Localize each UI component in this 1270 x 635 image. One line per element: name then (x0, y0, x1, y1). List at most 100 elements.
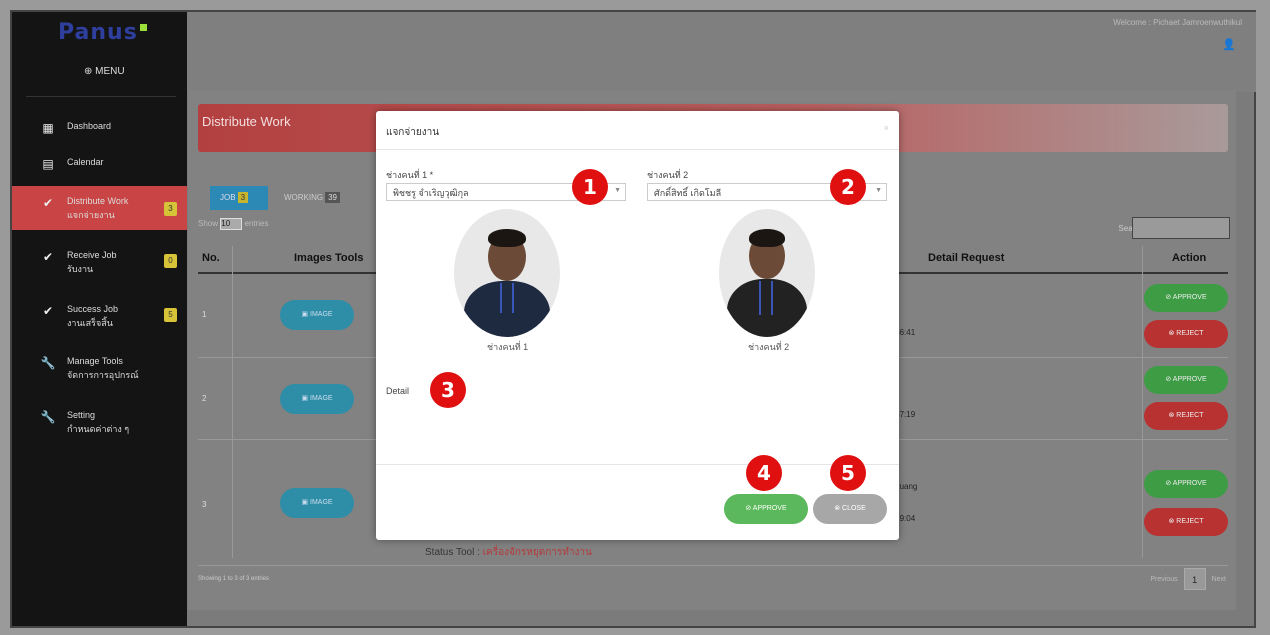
modal-title: แจกจ่ายงาน (386, 127, 440, 138)
col-action[interactable]: Action (1172, 252, 1206, 264)
user-icon[interactable]: 👤 (1222, 38, 1236, 51)
tab-job-label: JOB (220, 193, 236, 202)
row-number: 1 (202, 310, 207, 319)
close-label: CLOSE (842, 505, 866, 512)
menu-toggle[interactable]: ⊕ MENU (84, 66, 125, 77)
row-approve-label: APPROVE (1172, 294, 1207, 301)
sidebar-divider (26, 96, 176, 97)
photo-lanyard (500, 283, 502, 313)
sidebar: Panus ⊕ MENU ▦ Dashboard ▤ Calendar ✔ Di… (12, 12, 187, 626)
status-tool-label: Status Tool : (425, 547, 480, 558)
approve-label: APPROVE (752, 505, 787, 512)
sidebar-item-label: Distribute Work (67, 196, 129, 206)
sidebar-item-receive-job[interactable]: ✔ Receive Job รับงาน 0 (12, 248, 187, 284)
tab-working[interactable]: WORKING 39 (284, 186, 354, 210)
sidebar-item-sublabel: รับงาน (67, 264, 94, 274)
column-divider (232, 246, 233, 558)
col-no[interactable]: No. (202, 252, 220, 264)
tech2-caption: ช่างคนที่ 2 (748, 342, 790, 352)
column-divider (1142, 246, 1143, 558)
row-reject-label: REJECT (1176, 330, 1204, 337)
row-reject-button[interactable]: ⊗ REJECT (1144, 508, 1228, 536)
image-button[interactable]: ▣ IMAGE (280, 384, 354, 414)
pager-prev[interactable]: Previous (1150, 576, 1177, 583)
sidebar-item-sublabel: แจกจ่ายงาน (67, 210, 115, 220)
status-tool: Status Tool : เครื่องจักรหยุดการทำงาน (425, 545, 592, 560)
modal-footer-divider (376, 464, 899, 465)
sidebar-item-sublabel: จัดการการอุปกรณ์ (67, 370, 139, 380)
image-button[interactable]: ▣ IMAGE (280, 300, 354, 330)
pager-page[interactable]: 1 (1183, 568, 1206, 590)
check-icon: ✔ (42, 196, 54, 210)
photo-hair (749, 229, 785, 247)
tab-job-count: 3 (237, 192, 249, 203)
chevron-down-icon: ▼ (614, 187, 621, 194)
status-tool-value: เครื่องจักรหยุดการทำงาน (482, 547, 592, 558)
sidebar-item-distribute-work[interactable]: ✔ Distribute Work แจกจ่ายงาน 3 (12, 186, 187, 230)
detail-label: Detail (386, 386, 410, 396)
col-images-tools[interactable]: Images Tools (294, 252, 363, 264)
row-approve-button[interactable]: ⊘ APPROVE (1144, 366, 1228, 394)
sidebar-item-label: Dashboard (67, 121, 112, 131)
sidebar-item-label: Setting (67, 410, 96, 420)
sidebar-item-success-job[interactable]: ✔ Success Job งานเสร็จสิ้น 5 (12, 302, 187, 338)
row-approve-button[interactable]: ⊘ APPROVE (1144, 470, 1228, 498)
photo-lanyard (512, 283, 514, 313)
logo-dot (139, 24, 147, 31)
show-prefix: Show (198, 219, 219, 228)
row-approve-label: APPROVE (1172, 480, 1207, 487)
image-button-label: IMAGE (310, 395, 333, 402)
tech1-photo (454, 209, 560, 337)
tech1-label: ช่างคนที่ 1 * (386, 170, 434, 180)
sidebar-badge: 3 (164, 202, 177, 216)
welcome-text: Welcome : Pichaet Jamroenwuthikul (1113, 18, 1242, 27)
tab-job[interactable]: JOB 3 (210, 186, 268, 210)
sidebar-badge: 0 (164, 254, 177, 268)
chevron-down-icon: ▼ (875, 187, 882, 194)
sidebar-item-calendar[interactable]: ▤ Calendar (12, 155, 187, 183)
row-reject-button[interactable]: ⊗ REJECT (1144, 320, 1228, 348)
entries-select[interactable]: 10 (220, 218, 243, 230)
image-button[interactable]: ▣ IMAGE (280, 488, 354, 518)
calendar-icon: ▤ (42, 157, 54, 171)
pagination: Previous 1 Next (1150, 568, 1226, 590)
approve-button[interactable]: ⊘ APPROVE (724, 494, 808, 524)
image-button-label: IMAGE (310, 499, 333, 506)
wrench-icon: 🔧 (40, 410, 56, 424)
distribute-modal: แจกจ่ายงาน × ช่างคนที่ 1 * พิชชรู จำเริญ… (376, 111, 899, 540)
row-reject-button[interactable]: ⊗ REJECT (1144, 402, 1228, 430)
tech2-value: ศักดิ์สิทธิ์ เกิดโมลี (654, 188, 722, 198)
tech1-value: พิชชรู จำเริญวุฒิกุล (393, 188, 469, 198)
photo-lanyard (771, 281, 773, 315)
sidebar-badge: 5 (164, 308, 177, 322)
row-reject-label: REJECT (1176, 518, 1204, 525)
sidebar-item-manage-tools[interactable]: 🔧 Manage Tools จัดการการอุปกรณ์ (12, 354, 187, 390)
show-entries: Show 10 entries (198, 218, 269, 230)
modal-close-x[interactable]: × (884, 123, 889, 133)
pager-next[interactable]: Next (1212, 576, 1226, 583)
dashboard-icon: ▦ (42, 121, 54, 135)
sidebar-item-sublabel: งานเสร็จสิ้น (67, 318, 113, 328)
showing-entries: Showing 1 to 3 of 3 entries (198, 576, 270, 582)
sidebar-item-sublabel: กำหนดค่าต่าง ๆ (67, 424, 130, 434)
show-suffix: entries (244, 219, 269, 228)
image-button-label: IMAGE (310, 311, 333, 318)
sidebar-item-setting[interactable]: 🔧 Setting กำหนดค่าต่าง ๆ (12, 408, 187, 444)
row-approve-label: APPROVE (1172, 376, 1207, 383)
logo-text: Panus (58, 20, 138, 45)
row-number: 2 (202, 394, 207, 403)
search-input[interactable] (1132, 217, 1230, 239)
sidebar-item-label: Success Job (67, 304, 119, 314)
check-icon: ✔ (42, 304, 54, 318)
row-reject-label: REJECT (1176, 412, 1204, 419)
col-detail-request[interactable]: Detail Request (928, 252, 1004, 264)
tab-working-label: WORKING (284, 193, 324, 202)
photo-body (464, 281, 550, 337)
callout-marker-3: 3 (430, 372, 466, 408)
tech2-photo (719, 209, 815, 337)
row-approve-button[interactable]: ⊘ APPROVE (1144, 284, 1228, 312)
sidebar-item-dashboard[interactable]: ▦ Dashboard (12, 119, 187, 147)
wrench-icon: 🔧 (40, 356, 56, 370)
close-button[interactable]: ⊗ CLOSE (813, 494, 887, 524)
photo-lanyard (759, 281, 761, 315)
